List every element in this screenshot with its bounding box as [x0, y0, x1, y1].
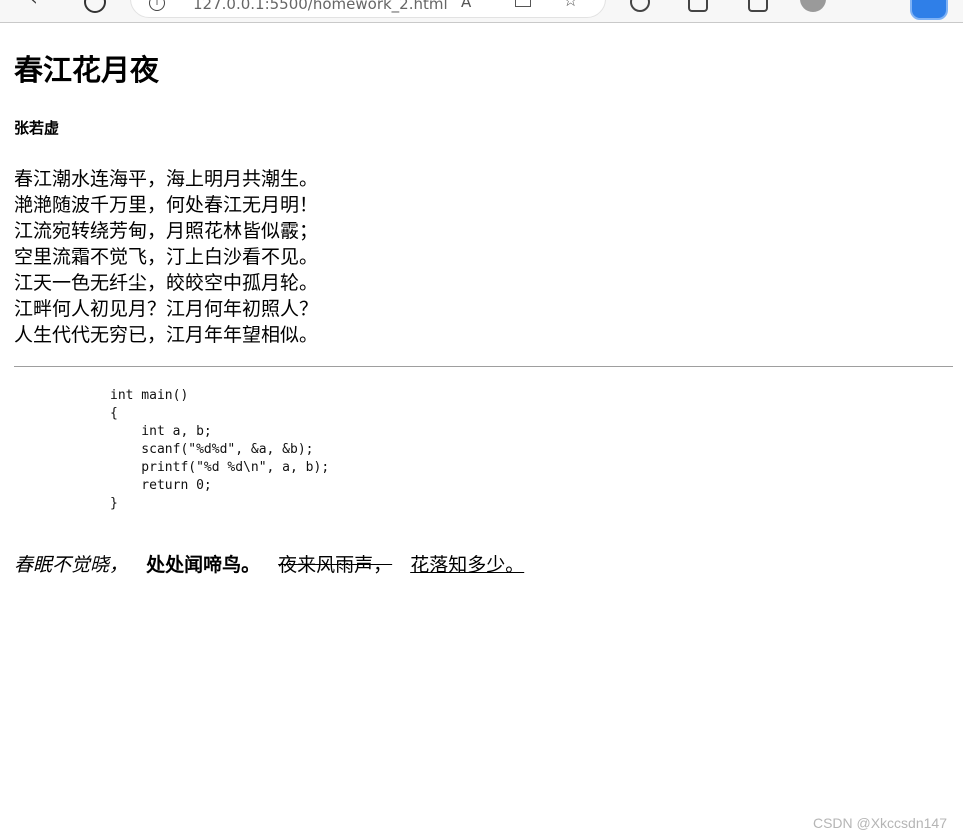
poem-line: 春江潮水连海平，海上明月共潮生。: [14, 168, 319, 190]
back-arrow-icon[interactable]: ‹: [24, 0, 44, 10]
tab-actions-icon[interactable]: [748, 0, 768, 12]
site-info-icon[interactable]: i: [149, 0, 165, 11]
underlined-text: 花落知多少。: [410, 554, 525, 576]
profile-avatar-icon[interactable]: [800, 0, 826, 12]
poem-line: 人生代代无穷已，江月年年望相似。: [14, 324, 319, 346]
bold-text: 处处闻啼鸟。: [146, 554, 261, 576]
refresh-icon[interactable]: [84, 0, 106, 13]
favorite-star-icon[interactable]: ☆: [563, 0, 578, 11]
copilot-icon[interactable]: [910, 0, 948, 20]
poem-line: 江天一色无纤尘，皎皎空中孤月轮。: [14, 272, 319, 294]
strikethrough-text: 夜来风雨声，: [278, 554, 393, 576]
styled-poem-line: 春眠不觉晓， 处处闻啼鸟。 夜来风雨声， 花落知多少。: [14, 552, 536, 578]
poem-line: 滟滟随波千万里，何处春江无月明！: [14, 194, 319, 216]
page-title: 春江花月夜: [14, 53, 160, 87]
read-aloud-icon[interactable]: A: [461, 0, 471, 11]
horizontal-divider: [14, 366, 953, 367]
collections-icon[interactable]: [630, 0, 650, 12]
poem-line: 江畔何人初见月？江月何年初照人？: [14, 298, 319, 320]
poem-lines: 春江潮水连海平，海上明月共潮生。 滟滟随波千万里，何处春江无月明！ 江流宛转绕芳…: [14, 166, 318, 348]
address-bar[interactable]: i 127.0.0.1:5500/homework_2.html A ☆: [130, 0, 606, 18]
split-screen-icon[interactable]: [515, 0, 531, 7]
poem-author: 张若虚: [14, 119, 60, 137]
address-url[interactable]: 127.0.0.1:5500/homework_2.html: [193, 0, 448, 13]
code-block: int main() { int a, b; scanf("%d%d", &a,…: [110, 388, 330, 511]
poem-line: 江流宛转绕芳甸，月照花林皆似霰；: [14, 220, 319, 242]
italic-text: 春眠不觉晓，: [14, 554, 129, 576]
browser-toolbar: ‹ i 127.0.0.1:5500/homework_2.html A ☆: [0, 0, 963, 23]
csdn-watermark: CSDN @Xkccsdn147: [812, 815, 947, 831]
poem-line: 空里流霜不觉飞，汀上白沙看不见。: [14, 246, 319, 268]
extensions-icon[interactable]: [688, 0, 708, 12]
